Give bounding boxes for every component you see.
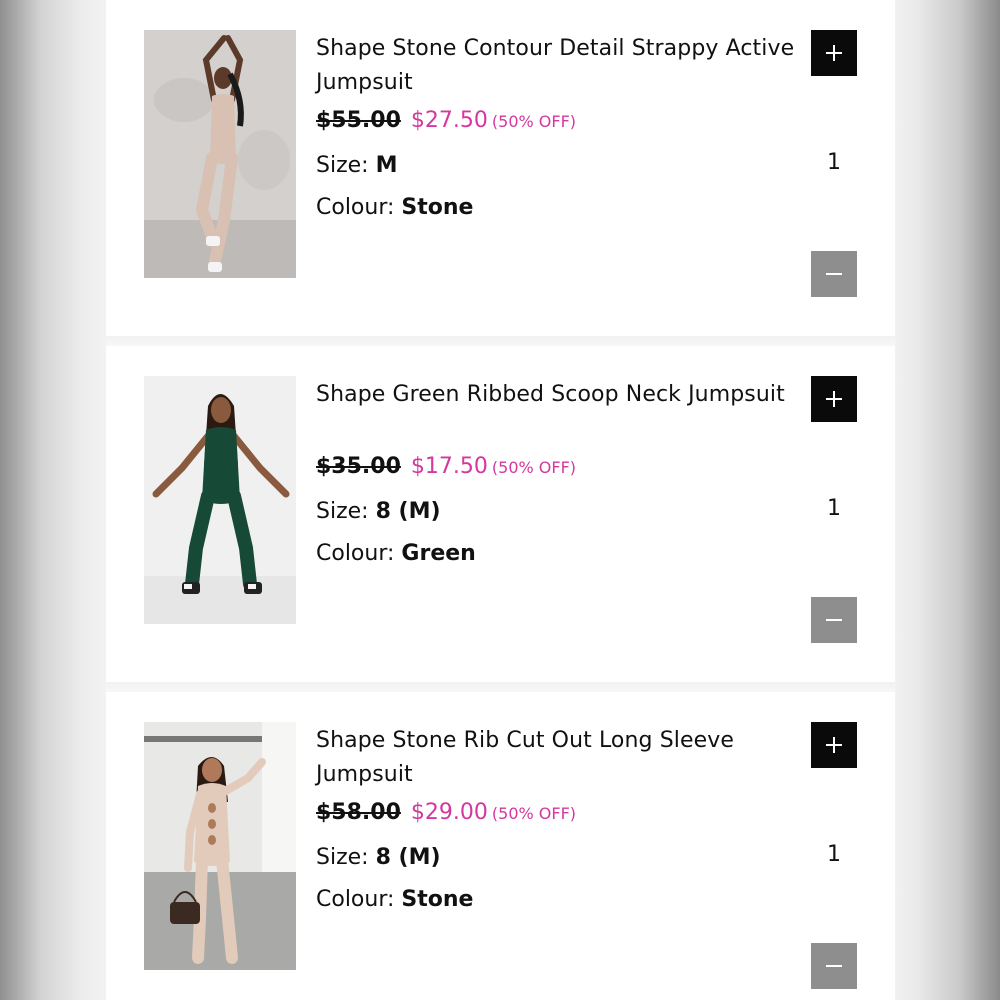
cart-item: Shape Stone Rib Cut Out Long Sleeve Jump…	[106, 692, 895, 1000]
minus-icon	[826, 965, 842, 967]
size-value: 8 (M)	[375, 845, 441, 870]
divider	[106, 682, 895, 692]
discount-label: (50% OFF)	[491, 112, 577, 131]
original-price: $55.00	[316, 108, 401, 133]
cart-panel: Shape Stone Contour Detail Strappy Activ…	[106, 0, 895, 1000]
quantity-value: 1	[827, 150, 841, 175]
original-price: $58.00	[316, 800, 401, 825]
cart-item: Shape Green Ribbed Scoop Neck Jumpsuit $…	[106, 346, 895, 682]
colour-value: Green	[401, 541, 476, 566]
product-name[interactable]: Shape Green Ribbed Scoop Neck Jumpsuit	[316, 378, 796, 412]
size-value: M	[375, 153, 398, 178]
increase-quantity-button[interactable]	[811, 722, 857, 768]
product-name[interactable]: Shape Stone Contour Detail Strappy Activ…	[316, 32, 796, 100]
colour-row: Colour: Stone	[316, 195, 473, 220]
minus-icon	[826, 619, 842, 621]
product-photo-stone-cut-out-jumpsuit	[144, 722, 296, 970]
size-label: Size:	[316, 845, 369, 870]
increase-quantity-button[interactable]	[811, 30, 857, 76]
colour-label: Colour:	[316, 195, 395, 220]
minus-icon	[826, 273, 842, 275]
price-row: $35.00 $17.50 (50% OFF)	[316, 454, 576, 488]
discount-label: (50% OFF)	[491, 458, 577, 477]
sale-price: $27.50	[410, 108, 488, 133]
plus-icon	[826, 45, 842, 61]
sale-price: $29.00	[410, 800, 488, 825]
colour-label: Colour:	[316, 541, 395, 566]
size-row: Size: M	[316, 153, 397, 178]
size-row: Size: 8 (M)	[316, 499, 441, 524]
quantity-value: 1	[827, 842, 841, 867]
size-value: 8 (M)	[375, 499, 441, 524]
original-price: $35.00	[316, 454, 401, 479]
product-image[interactable]	[144, 376, 296, 624]
colour-label: Colour:	[316, 887, 395, 912]
increase-quantity-button[interactable]	[811, 376, 857, 422]
decrease-quantity-button[interactable]	[811, 597, 857, 643]
product-name[interactable]: Shape Stone Rib Cut Out Long Sleeve Jump…	[316, 724, 796, 792]
decrease-quantity-button[interactable]	[811, 251, 857, 297]
product-image[interactable]	[144, 722, 296, 970]
colour-row: Colour: Green	[316, 541, 476, 566]
plus-icon	[826, 391, 842, 407]
price-row: $55.00 $27.50 (50% OFF)	[316, 108, 576, 142]
product-photo-green-ribbed-jumpsuit	[144, 376, 296, 624]
colour-value: Stone	[401, 887, 474, 912]
size-label: Size:	[316, 153, 369, 178]
colour-row: Colour: Stone	[316, 887, 473, 912]
decrease-quantity-button[interactable]	[811, 943, 857, 989]
product-photo-stone-strappy-jumpsuit	[144, 30, 296, 278]
cart-item: Shape Stone Contour Detail Strappy Activ…	[106, 0, 895, 336]
plus-icon	[826, 737, 842, 753]
divider	[106, 336, 895, 346]
discount-label: (50% OFF)	[491, 804, 577, 823]
product-image[interactable]	[144, 30, 296, 278]
price-row: $58.00 $29.00 (50% OFF)	[316, 800, 576, 834]
quantity-value: 1	[827, 496, 841, 521]
colour-value: Stone	[401, 195, 474, 220]
sale-price: $17.50	[410, 454, 488, 479]
size-row: Size: 8 (M)	[316, 845, 441, 870]
size-label: Size:	[316, 499, 369, 524]
